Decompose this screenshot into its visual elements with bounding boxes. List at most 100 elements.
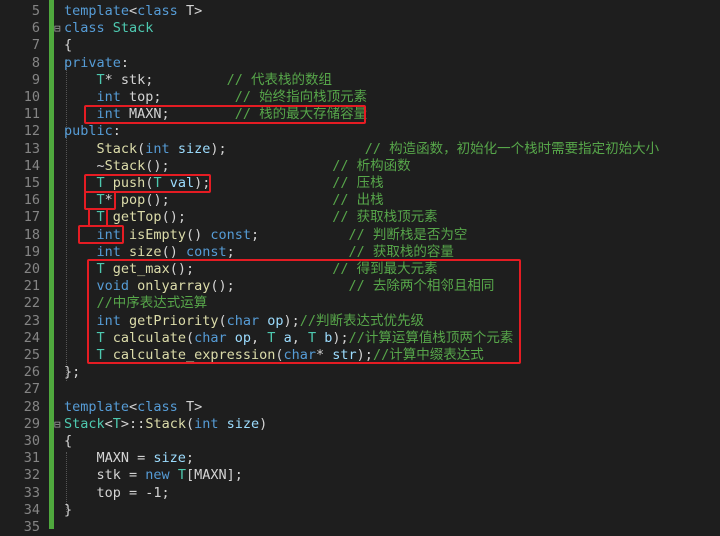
code-line[interactable]: 27 xyxy=(0,381,720,398)
code-token: : xyxy=(120,54,130,71)
code-line[interactable]: 12 public: xyxy=(0,123,720,140)
code-token: ; xyxy=(226,243,349,260)
line-number: 17 xyxy=(23,209,40,226)
line-number: 23 xyxy=(23,312,40,329)
code-text: template<class T> xyxy=(64,399,202,416)
code-line[interactable]: 5 template<class T> xyxy=(0,3,720,20)
line-number: 21 xyxy=(23,278,40,295)
code-token: new xyxy=(145,467,170,484)
code-token: }; xyxy=(64,364,81,381)
code-line[interactable]: 26}; xyxy=(0,364,720,381)
code-text: int top; // 始终指向栈顶元素 xyxy=(64,89,368,106)
code-token: >:: xyxy=(120,415,146,432)
line-number: 8 xyxy=(31,54,40,71)
code-line[interactable]: 8 private: xyxy=(0,55,720,72)
code-token: : xyxy=(112,123,121,140)
code-text: T getTop(); // 获取栈顶元素 xyxy=(64,209,438,226)
code-line[interactable]: 35 xyxy=(0,519,720,536)
code-token: < xyxy=(129,398,138,415)
code-text: template<class T> xyxy=(64,3,202,20)
code-line[interactable]: 29 ⊟ Stack<T>::Stack(int size) xyxy=(0,416,720,433)
code-token: // 始终指向栈顶元素 xyxy=(234,89,368,105)
code-token: template xyxy=(64,3,130,19)
line-number: 6 xyxy=(31,20,40,37)
highlight-box-new-methods xyxy=(87,259,521,364)
code-line[interactable]: 6 ⊟ class Stack xyxy=(0,20,720,37)
code-line[interactable]: 13 Stack(int size); // 构造函数，初始化一个栈时需要指定初… xyxy=(0,141,720,158)
code-line[interactable]: 7{ xyxy=(0,37,720,54)
code-token: public xyxy=(64,123,113,140)
code-token: Stack xyxy=(104,157,146,174)
line-number: 30 xyxy=(23,433,40,449)
code-token: ) xyxy=(259,415,268,432)
code-token: stk = xyxy=(64,467,146,484)
code-text: }; xyxy=(64,364,80,381)
code-line[interactable]: 28 template<class T> xyxy=(0,399,720,416)
code-token: // 获取栈顶元素 xyxy=(332,209,438,226)
code-line[interactable]: 31 MAXN = size; xyxy=(0,450,720,467)
code-text: ~Stack(); // 析构函数 xyxy=(64,158,411,175)
code-line[interactable]: 30 { xyxy=(0,433,720,450)
code-line[interactable]: 9 T* stk; // 代表栈的数组 xyxy=(0,72,720,89)
line-number: 7 xyxy=(31,37,40,54)
code-token: T xyxy=(112,415,121,432)
code-token: T> xyxy=(177,398,203,415)
line-number: 20 xyxy=(23,261,40,277)
line-number: 28 xyxy=(23,398,40,415)
fold-toggle-icon[interactable]: ⊟ xyxy=(54,20,64,37)
line-number: 24 xyxy=(23,329,40,346)
code-token: size xyxy=(226,415,260,432)
line-number: 19 xyxy=(23,243,40,260)
line-number: 14 xyxy=(23,157,40,174)
code-token: int xyxy=(145,140,170,157)
line-number: 31 xyxy=(23,450,40,467)
code-text: { xyxy=(64,37,72,54)
code-text: } xyxy=(64,502,72,519)
code-line[interactable]: 34} xyxy=(0,502,720,519)
code-token: MAXN = xyxy=(64,450,154,467)
code-line[interactable]: 33 top = -1; xyxy=(0,485,720,502)
code-token: // 判断栈是否为空 xyxy=(348,226,468,243)
code-token: // 析构函数 xyxy=(332,157,411,174)
code-text: T* stk; // 代表栈的数组 xyxy=(64,72,332,89)
code-token: ; xyxy=(250,226,349,243)
code-token: top; xyxy=(120,89,235,105)
code-token: (); xyxy=(161,209,333,226)
code-editor[interactable]: 5 template<class T> 6 ⊟ class Stack 7{8 privat… xyxy=(0,0,720,535)
code-token: Stack xyxy=(145,415,186,432)
code-token: ); xyxy=(210,140,365,157)
code-token: int xyxy=(96,89,121,105)
code-token: } xyxy=(64,501,73,518)
highlight-box-maxn xyxy=(84,105,366,124)
line-number: 5 xyxy=(31,3,40,19)
line-number: 11 xyxy=(23,106,40,123)
code-line[interactable]: 17 T getTop(); // 获取栈顶元素 xyxy=(0,209,720,226)
code-token: // 代表栈的数组 xyxy=(226,71,332,88)
line-number: 33 xyxy=(23,484,40,501)
line-number: 10 xyxy=(23,89,40,105)
highlight-box-isempty-type xyxy=(78,225,124,244)
code-token: size xyxy=(177,140,211,157)
fold-toggle-icon[interactable]: ⊟ xyxy=(54,416,64,433)
code-token: (); xyxy=(145,192,333,209)
code-line[interactable]: 32 stk = new T[MAXN]; xyxy=(0,467,720,484)
code-line[interactable]: 10 int top; // 始终指向栈顶元素 xyxy=(0,89,720,106)
code-token: Stack xyxy=(64,415,105,432)
line-number: 34 xyxy=(23,501,40,518)
code-token: // 压栈 xyxy=(332,175,384,191)
code-token: Stack xyxy=(96,140,138,157)
line-number: 32 xyxy=(23,467,40,484)
code-token: top = -1; xyxy=(64,484,170,501)
code-token: () xyxy=(185,226,211,243)
code-text: { xyxy=(64,433,72,450)
code-token: private xyxy=(64,54,121,71)
code-line[interactable]: 14 ~Stack(); // 析构函数 xyxy=(0,158,720,175)
code-token: int xyxy=(96,243,121,260)
code-token: class xyxy=(137,398,178,415)
line-number: 13 xyxy=(23,140,40,157)
code-text: Stack<T>::Stack(int size) xyxy=(64,416,267,433)
